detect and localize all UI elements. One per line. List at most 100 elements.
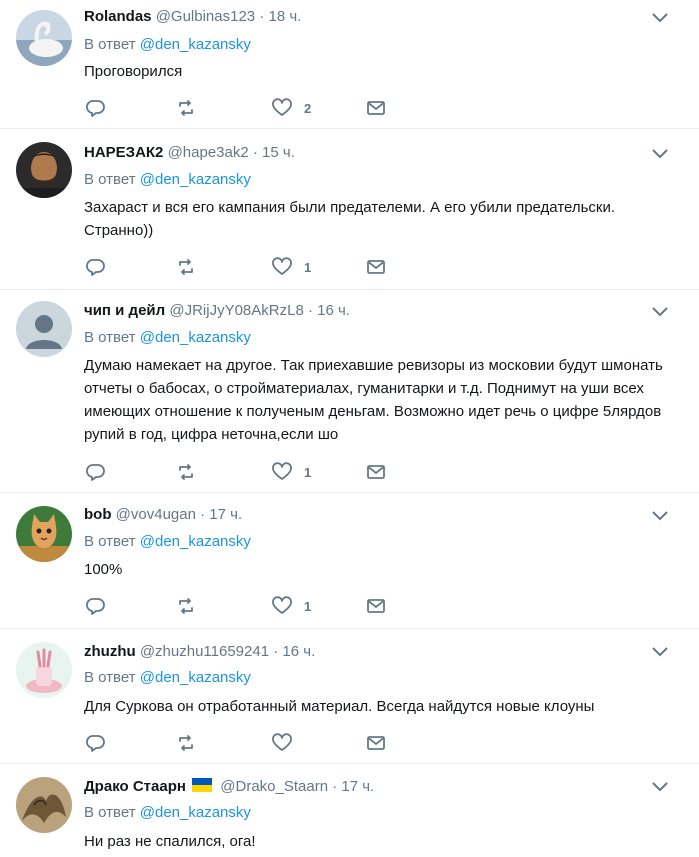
avatar[interactable] [16, 10, 72, 66]
tweet[interactable]: НАРЕЗАК2 @hape3ak2 · 15 ч. В ответ @den_… [0, 129, 699, 290]
timestamp[interactable]: 15 ч. [262, 144, 295, 161]
like-icon [272, 257, 292, 275]
tweet-text: Проговорился [84, 63, 183, 80]
tweet[interactable]: Rolandas @Gulbinas123 · 18 ч. В ответ @d… [0, 0, 699, 129]
tweet-header: Драко Стаарн @Drako_Staarn · 17 ч. [84, 778, 374, 795]
retweet-button[interactable] [176, 97, 196, 119]
chevron-down-icon[interactable] [651, 148, 669, 160]
reply-button[interactable] [86, 732, 106, 754]
reply-icon [86, 259, 105, 276]
timestamp[interactable]: 17 ч. [209, 506, 242, 523]
chevron-down-icon[interactable] [651, 12, 669, 24]
timestamp[interactable]: 17 ч. [341, 778, 374, 795]
ukraine-flag-icon [192, 778, 213, 792]
like-icon [272, 98, 292, 116]
reply-mention-link[interactable]: @den_kazansky [140, 804, 251, 821]
tweet-actions: 1 [84, 461, 404, 483]
direct-message-button[interactable] [366, 256, 386, 278]
tweet-header: bob @vov4ugan · 17 ч. [84, 506, 242, 523]
user-handle[interactable]: @hape3ak2 [168, 144, 249, 161]
reply-to-label: В ответ [84, 329, 136, 346]
like-button[interactable]: 2 [272, 97, 311, 119]
like-icon [272, 733, 292, 751]
separator: · [273, 643, 279, 660]
tweet[interactable]: Драко Стаарн @Drako_Staarn · 17 ч. В отв… [0, 764, 699, 857]
timestamp[interactable]: 18 ч. [269, 8, 302, 25]
direct-message-button[interactable] [366, 97, 386, 119]
chevron-down-icon[interactable] [651, 306, 669, 318]
tweet-actions: 1 [84, 256, 404, 278]
display-name[interactable]: Драко Стаарн [84, 778, 186, 795]
avatar[interactable] [16, 301, 72, 357]
display-name[interactable]: Rolandas [84, 8, 152, 25]
display-name[interactable]: чип и дейл [84, 302, 165, 319]
tweet-text: Думаю намекает на другое. Так приехавшие… [84, 357, 663, 443]
separator: · [200, 506, 206, 523]
tweet-text: 100% [84, 561, 123, 578]
direct-message-button[interactable] [366, 595, 386, 617]
like-button[interactable]: 1 [272, 595, 311, 617]
avatar[interactable] [16, 142, 72, 198]
tweet-text: Ни раз не спалился, ога! [84, 833, 256, 850]
reply-mention-link[interactable]: @den_kazansky [140, 533, 251, 550]
direct-message-button[interactable] [366, 461, 386, 483]
avatar[interactable] [16, 642, 72, 698]
reply-to-label: В ответ [84, 533, 136, 550]
tweet[interactable]: bob @vov4ugan · 17 ч. В ответ @den_kazan… [0, 493, 699, 629]
user-handle[interactable]: @JRijJyY08AkRzL8 [169, 302, 303, 319]
user-handle[interactable]: @zhuzhu11659241 [140, 643, 269, 660]
user-handle[interactable]: @Gulbinas123 [156, 8, 255, 25]
reply-mention-link[interactable]: @den_kazansky [140, 36, 251, 53]
retweet-icon [179, 464, 193, 480]
reply-to-line: В ответ @den_kazansky [84, 171, 251, 188]
avatar[interactable] [16, 506, 72, 562]
like-button[interactable]: 1 [272, 461, 311, 483]
like-count: 1 [304, 598, 312, 614]
like-button[interactable]: 1 [272, 256, 311, 278]
retweet-button[interactable] [176, 256, 196, 278]
tweet-actions: 2 [84, 97, 404, 119]
user-handle[interactable]: @Drako_Staarn [220, 778, 328, 795]
like-button[interactable] [272, 732, 304, 754]
separator: · [252, 144, 258, 161]
reply-to-label: В ответ [84, 36, 136, 53]
display-name[interactable]: bob [84, 506, 112, 523]
retweet-button[interactable] [176, 461, 196, 483]
reply-mention-link[interactable]: @den_kazansky [140, 171, 251, 188]
reply-icon [86, 598, 105, 615]
user-handle[interactable]: @vov4ugan [116, 506, 196, 523]
like-icon [272, 462, 292, 480]
chevron-down-icon[interactable] [651, 510, 669, 522]
reply-mention-link[interactable]: @den_kazansky [140, 669, 251, 686]
chevron-down-icon[interactable] [651, 646, 669, 658]
direct-message-button[interactable] [366, 732, 386, 754]
reply-button[interactable] [86, 595, 106, 617]
tweet-header: НАРЕЗАК2 @hape3ak2 · 15 ч. [84, 144, 295, 161]
chevron-down-icon[interactable] [651, 781, 669, 793]
retweet-button[interactable] [176, 595, 196, 617]
tweet-header: чип и дейл @JRijJyY08AkRzL8 · 16 ч. [84, 302, 350, 319]
timestamp[interactable]: 16 ч. [317, 302, 350, 319]
direct-message-icon [367, 599, 385, 613]
retweet-icon [179, 598, 193, 614]
direct-message-icon [367, 736, 385, 750]
retweet-button[interactable] [176, 732, 196, 754]
reply-mention-link[interactable]: @den_kazansky [140, 329, 251, 346]
tweet-text: Для Суркова он отработанный материал. Вс… [84, 698, 595, 715]
reply-button[interactable] [86, 461, 106, 483]
reply-button[interactable] [86, 97, 106, 119]
direct-message-icon [367, 260, 385, 274]
reply-to-line: В ответ @den_kazansky [84, 36, 251, 53]
avatar[interactable] [16, 777, 72, 833]
timestamp[interactable]: 16 ч. [282, 643, 315, 660]
display-name[interactable]: НАРЕЗАК2 [84, 144, 163, 161]
tweet-header: zhuzhu @zhuzhu11659241 · 16 ч. [84, 643, 315, 660]
retweet-icon [179, 735, 193, 751]
separator: · [332, 778, 338, 795]
display-name[interactable]: zhuzhu [84, 643, 136, 660]
reply-to-line: В ответ @den_kazansky [84, 669, 251, 686]
tweet[interactable]: zhuzhu @zhuzhu11659241 · 16 ч. В ответ @… [0, 629, 699, 764]
tweet[interactable]: чип и дейл @JRijJyY08AkRzL8 · 16 ч. В от… [0, 290, 699, 493]
reply-to-line: В ответ @den_kazansky [84, 329, 251, 346]
reply-button[interactable] [86, 256, 106, 278]
